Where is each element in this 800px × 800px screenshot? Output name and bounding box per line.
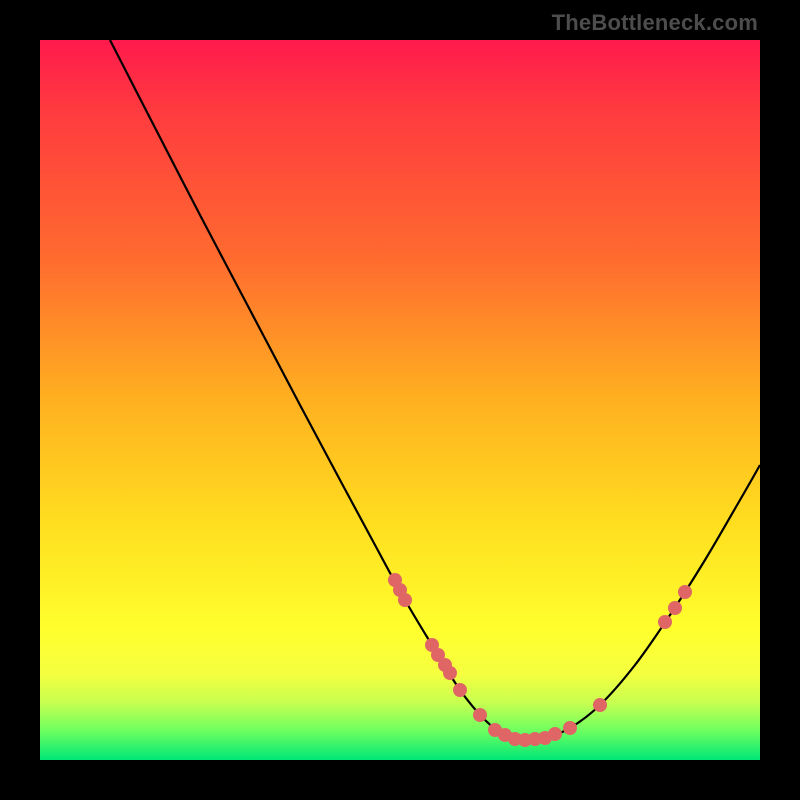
curve-marker — [678, 585, 692, 599]
curve-marker — [563, 721, 577, 735]
curve-marker — [443, 666, 457, 680]
curve-marker — [453, 683, 467, 697]
plot-area — [40, 40, 760, 760]
chart-frame: TheBottleneck.com — [0, 0, 800, 800]
curve-markers — [388, 573, 692, 747]
attribution-label: TheBottleneck.com — [552, 10, 758, 36]
bottleneck-curve — [40, 40, 760, 760]
valley-curve — [110, 40, 760, 740]
curve-marker — [398, 593, 412, 607]
curve-marker — [593, 698, 607, 712]
curve-marker — [658, 615, 672, 629]
curve-marker — [548, 727, 562, 741]
curve-marker — [473, 708, 487, 722]
curve-marker — [668, 601, 682, 615]
